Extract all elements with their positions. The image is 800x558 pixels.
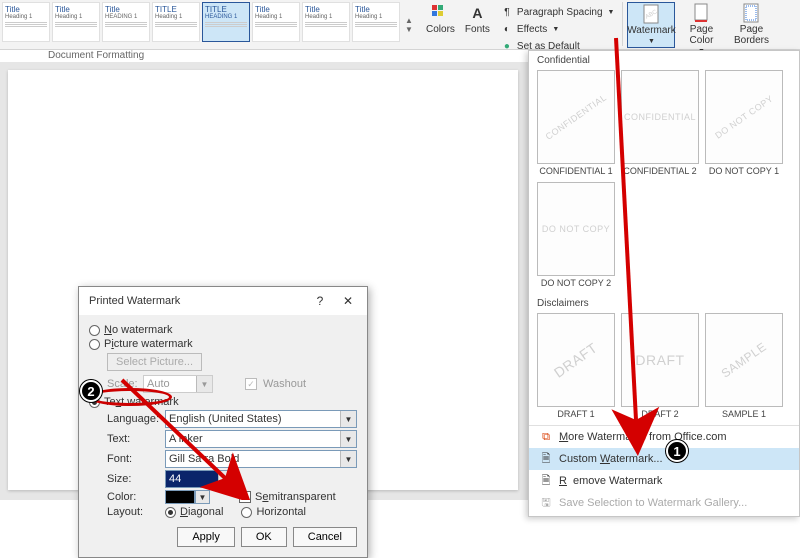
page-borders-icon [742, 4, 760, 22]
text-combo[interactable]: A inker▼ [165, 430, 357, 448]
size-combo[interactable]: 44▼ [165, 470, 235, 488]
watermark-gallery: Confidential CONFIDENTIALCONFIDENTIAL 1 … [528, 50, 800, 517]
color-picker[interactable]: ▼ [165, 490, 195, 504]
watermark-preset[interactable]: SAMPLESAMPLE 1 [705, 313, 783, 419]
watermark-button[interactable]: ABC Watermark ▼ [627, 2, 675, 48]
washout-checkbox [245, 378, 257, 390]
effects-icon: ◐ [500, 22, 514, 36]
colors-icon [431, 4, 449, 22]
ribbon-stack: ¶Paragraph Spacing▼ ◐Effects▼ ●Set as De… [496, 2, 619, 56]
page-color-button[interactable]: Page Color ▼ [677, 2, 725, 57]
ribbon: TitleHeading 1 TitleHeading 1 TitleHEADI… [0, 0, 800, 50]
scale-combo: Auto▼ [143, 375, 213, 393]
step-badge-1: 1 [666, 440, 688, 462]
printed-watermark-dialog: Printed Watermark ? ✕ No watermark Pictu… [78, 286, 368, 558]
step-badge-2: 2 [80, 380, 102, 402]
text-watermark-radio[interactable]: Text watermark [89, 395, 357, 409]
picture-watermark-radio[interactable]: Picture watermark [89, 337, 357, 351]
ribbon-group-label: Document Formatting [48, 50, 144, 61]
style-set-gallery[interactable]: TitleHeading 1 TitleHeading 1 TitleHEADI… [0, 0, 418, 49]
set-default-icon: ● [500, 39, 514, 53]
dialog-help-button[interactable]: ? [307, 292, 333, 310]
effects-button[interactable]: ◐Effects▼ [498, 21, 617, 37]
office-icon: ⧉ [539, 430, 553, 444]
custom-watermark-menu[interactable]: 🗎Custom Watermark... [529, 448, 799, 470]
style-set-item[interactable]: TitleHeading 1 [2, 2, 50, 42]
remove-watermark-icon: 🗎 [539, 474, 553, 488]
watermark-preset[interactable]: DO NOT COPYDO NOT COPY 2 [537, 182, 615, 288]
style-set-item[interactable]: TitleHeading 1 [252, 2, 300, 42]
no-watermark-radio[interactable]: No watermark [89, 323, 357, 337]
style-set-item[interactable]: TitleHeading 1 [302, 2, 350, 42]
style-set-item[interactable]: TITLEHeading 1 [152, 2, 200, 42]
chevron-down-icon: ▼ [648, 38, 655, 45]
style-set-item[interactable]: TitleHeading 1 [352, 2, 400, 42]
select-picture-button: Select Picture... [107, 353, 202, 371]
watermark-preset[interactable]: CONFIDENTIALCONFIDENTIAL 2 [621, 70, 699, 176]
custom-watermark-icon: 🗎 [539, 452, 553, 466]
semitransparent-checkbox[interactable] [239, 491, 251, 503]
watermark-icon: ABC [642, 5, 660, 23]
language-combo[interactable]: English (United States)▼ [165, 410, 357, 428]
paragraph-spacing-button[interactable]: ¶Paragraph Spacing▼ [498, 4, 617, 20]
font-combo[interactable]: Gill Sa ra Bold▼ [165, 450, 357, 468]
ok-button[interactable]: OK [241, 527, 287, 547]
save-watermark-menu: 🖫Save Selection to Watermark Gallery... [529, 492, 799, 514]
gallery-section-confidential: Confidential [529, 51, 799, 68]
remove-watermark-menu[interactable]: 🗎Remove Watermark [529, 470, 799, 492]
page-color-icon [692, 4, 710, 22]
save-gallery-icon: 🖫 [539, 496, 553, 510]
apply-button[interactable]: Apply [177, 527, 235, 547]
gallery-section-disclaimers: Disclaimers [529, 294, 799, 311]
horizontal-radio[interactable] [241, 507, 252, 518]
dialog-close-button[interactable]: ✕ [335, 292, 361, 310]
more-watermarks-menu[interactable]: ⧉More Watermarks from Office.com [529, 426, 799, 448]
page-borders-button[interactable]: Page Borders [727, 2, 775, 48]
watermark-preset[interactable]: DRAFTDRAFT 2 [621, 313, 699, 419]
paragraph-spacing-icon: ¶ [500, 5, 514, 19]
ribbon-right-group: Colors A Fonts ¶Paragraph Spacing▼ ◐Effe… [418, 0, 779, 49]
style-set-item-selected[interactable]: TITLEHEADING 1 [202, 2, 250, 42]
watermark-preset[interactable]: DRAFTDRAFT 1 [537, 313, 615, 419]
cancel-button[interactable]: Cancel [293, 527, 357, 547]
fonts-button[interactable]: A Fonts [461, 2, 494, 37]
style-set-item[interactable]: TitleHeading 1 [52, 2, 100, 42]
colors-button[interactable]: Colors [422, 2, 459, 37]
watermark-preset[interactable]: CONFIDENTIALCONFIDENTIAL 1 [537, 70, 615, 176]
style-set-item[interactable]: TitleHEADING 1 [102, 2, 150, 42]
dialog-title: Printed Watermark [89, 295, 180, 307]
diagonal-radio[interactable] [165, 507, 176, 518]
watermark-preset[interactable]: DO NOT COPYDO NOT COPY 1 [705, 70, 783, 176]
style-set-more[interactable]: ▲▼ [402, 2, 416, 47]
fonts-icon: A [468, 4, 486, 22]
